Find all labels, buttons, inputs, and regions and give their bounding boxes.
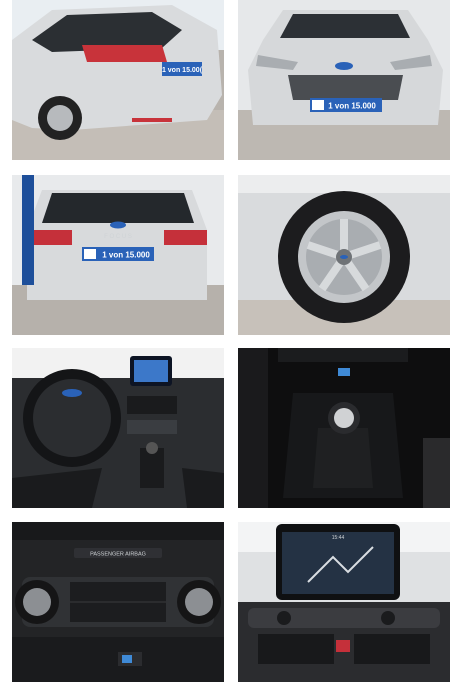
- photo-front[interactable]: 1 von 15.000: [238, 0, 450, 160]
- car-rear-image: F O C U S 1 von 15.000: [12, 175, 224, 335]
- cockpit-image: [12, 348, 224, 508]
- photo-gallery: 1 von 15.00( 1 von 15.000 F O C U S 1 vo…: [0, 0, 456, 682]
- photo-cockpit[interactable]: [12, 348, 224, 508]
- climate-panel-image: PASSENGER AIRBAG: [12, 522, 224, 682]
- photo-rear-three-quarter[interactable]: 1 von 15.00(: [12, 0, 224, 160]
- nav-time: 15:44: [332, 535, 345, 541]
- photo-rear[interactable]: F O C U S 1 von 15.000: [12, 175, 224, 335]
- photo-navigation-screen[interactable]: 15:44: [238, 522, 450, 682]
- plate-text: 1 von 15.000: [102, 251, 150, 260]
- photo-wheel[interactable]: [238, 175, 450, 335]
- passenger-airbag-label: PASSENGER AIRBAG: [90, 552, 146, 558]
- plate-text: 1 von 15.000: [328, 102, 376, 111]
- photo-shifter[interactable]: [238, 348, 450, 508]
- alloy-wheel-image: [238, 175, 450, 335]
- focus-badge: F O C U S: [104, 234, 132, 240]
- navigation-screen-image: 15:44: [238, 522, 450, 682]
- gear-shifter-image: [238, 348, 450, 508]
- car-rear-three-quarter-image: 1 von 15.00(: [12, 0, 224, 160]
- plate-text: 1 von 15.00(: [162, 67, 203, 74]
- photo-climate-panel[interactable]: PASSENGER AIRBAG: [12, 522, 224, 682]
- car-front-image: 1 von 15.000: [238, 0, 450, 160]
